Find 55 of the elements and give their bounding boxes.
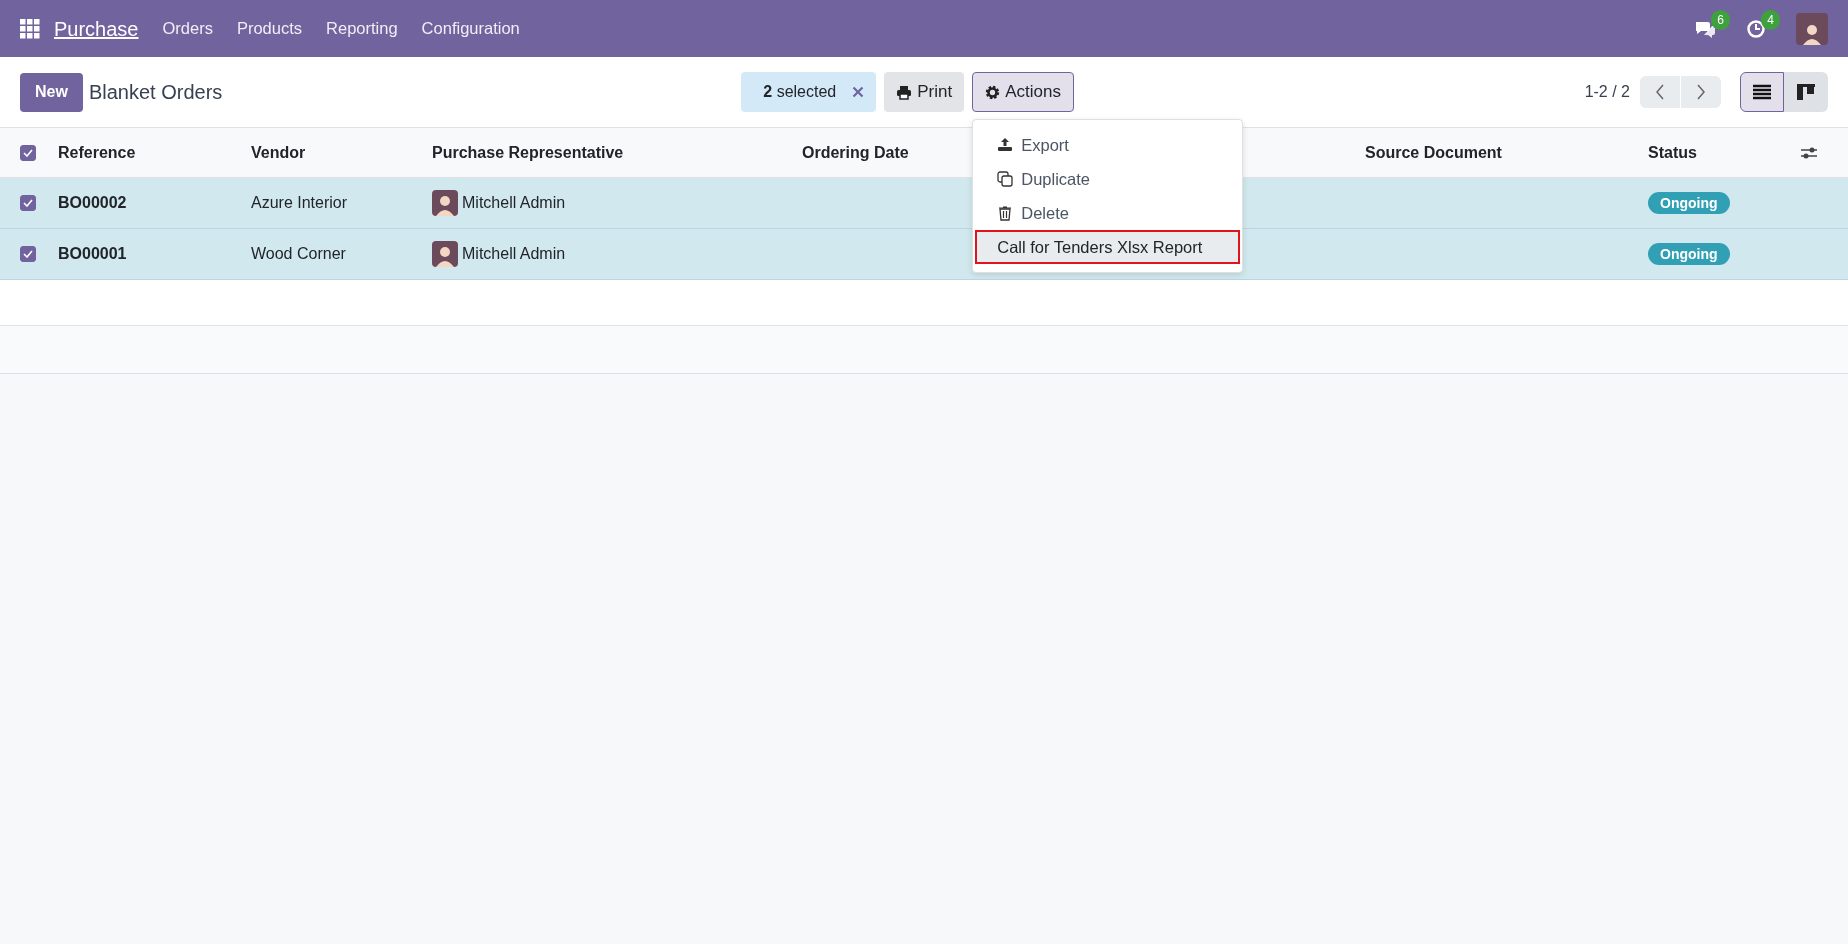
close-icon xyxy=(852,86,865,98)
avatar xyxy=(432,190,458,216)
column-header[interactable]: Ordering Date xyxy=(802,143,909,161)
reference-cell: BO00002 xyxy=(58,194,127,211)
checkbox[interactable] xyxy=(20,246,36,262)
avatar xyxy=(432,241,458,267)
apps-menu-icon[interactable] xyxy=(20,18,40,39)
chevron-right-icon xyxy=(1696,84,1706,100)
message-count: 6 xyxy=(1711,9,1730,30)
checkbox[interactable] xyxy=(20,144,36,161)
menu-item[interactable]: Orders xyxy=(162,16,213,41)
pager-value: 1-2 / 2 xyxy=(1584,82,1630,102)
trash-icon xyxy=(997,205,1014,221)
column-header[interactable]: Status xyxy=(1648,143,1697,161)
list-icon xyxy=(1753,84,1771,100)
column-header[interactable]: Source Document xyxy=(1365,143,1502,161)
menu-item[interactable]: Delete xyxy=(973,196,1243,230)
app-name[interactable]: Purchase xyxy=(54,13,139,44)
column-header[interactable]: Reference xyxy=(58,143,136,161)
checkmark-icon xyxy=(23,250,33,258)
menu-item[interactable]: Products xyxy=(236,16,303,41)
kanban-icon xyxy=(1797,84,1815,100)
page-title: Blanket Orders xyxy=(88,80,223,105)
menu-item[interactable]: Call for Tenders Xlsx Report xyxy=(975,230,1241,264)
gear-icon xyxy=(985,84,1001,100)
menu-item[interactable]: Export xyxy=(973,128,1243,162)
copy-icon xyxy=(997,171,1014,187)
avatar[interactable] xyxy=(1796,12,1828,45)
menu-item[interactable]: Duplicate xyxy=(973,162,1243,196)
reference-cell: BO00001 xyxy=(58,245,127,262)
actions-button[interactable]: Actions xyxy=(972,72,1074,112)
column-header[interactable]: Purchase Representative xyxy=(432,143,624,161)
status-tag: Ongoing xyxy=(1648,192,1730,214)
kanban-view-button[interactable] xyxy=(1784,72,1828,112)
column-header[interactable]: Vendor xyxy=(251,143,306,161)
new-button[interactable]: New xyxy=(20,72,83,112)
vendor-cell: Azure Interior xyxy=(251,194,348,211)
clear-selection-button[interactable] xyxy=(852,86,865,98)
upload-icon xyxy=(997,137,1014,153)
selection-count: 2 selected xyxy=(763,82,837,102)
status-tag: Ongoing xyxy=(1648,243,1730,265)
printer-icon xyxy=(896,84,913,100)
print-button[interactable]: Print xyxy=(884,72,965,112)
representative-cell-text: Mitchell Admin xyxy=(462,244,566,264)
representative-cell-text: Mitchell Admin xyxy=(462,193,566,213)
chevron-left-icon xyxy=(1655,84,1665,100)
checkmark-icon xyxy=(23,148,33,157)
checkbox[interactable] xyxy=(20,195,36,211)
clock-icon[interactable] xyxy=(1746,18,1766,39)
checkmark-icon xyxy=(23,199,33,207)
activity-count: 4 xyxy=(1761,9,1780,30)
menu-item[interactable]: Reporting xyxy=(326,16,398,41)
list-view-button[interactable] xyxy=(1740,72,1784,112)
menu-item[interactable]: Configuration xyxy=(421,16,520,41)
vendor-cell: Wood Corner xyxy=(251,245,346,262)
